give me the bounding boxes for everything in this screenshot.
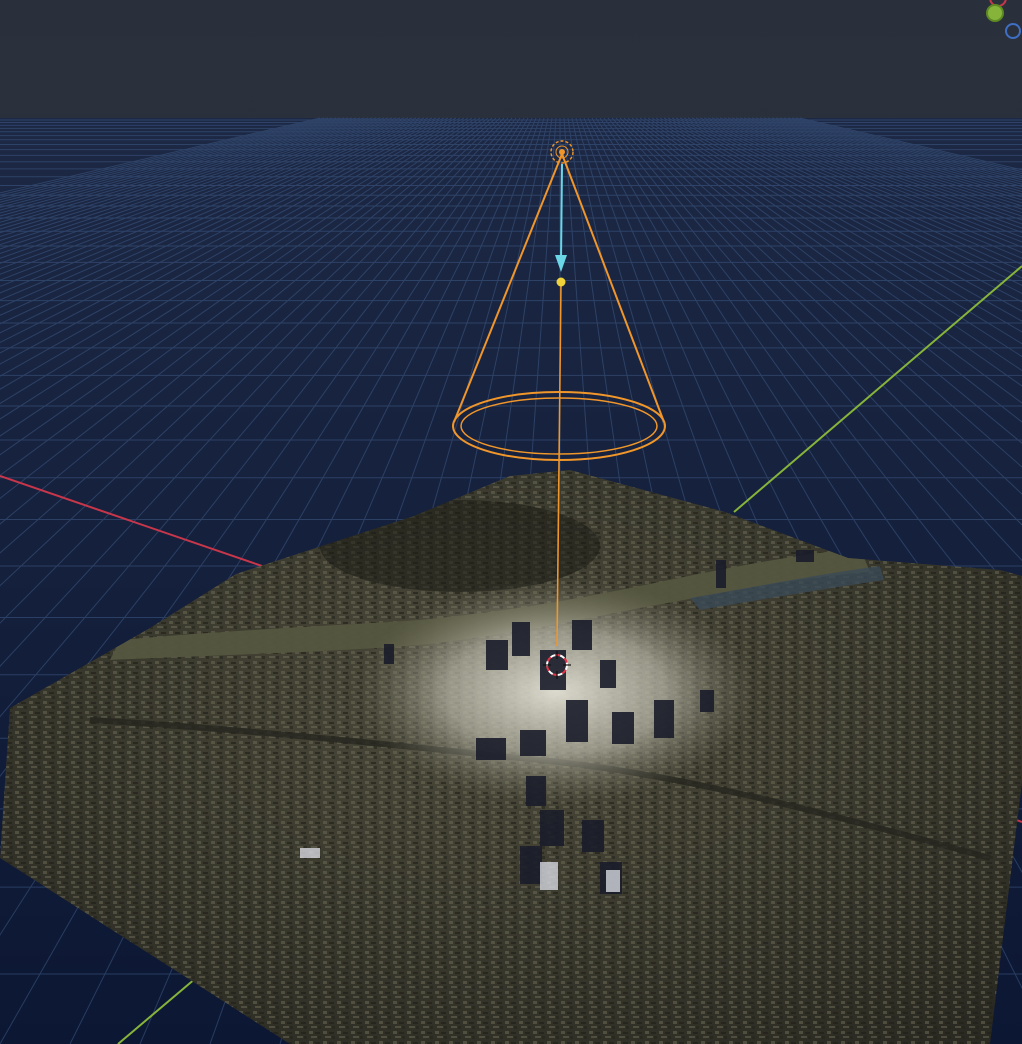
spotlight-illumination-pool [356,580,756,804]
viewport-canvas[interactable] [0,0,1022,1044]
nav-gizmo-y-axis-icon[interactable] [986,4,1004,22]
spot-light-size-handle[interactable] [556,277,566,287]
3d-viewport[interactable] [0,0,1022,1044]
spot-light-origin-dot [559,149,565,155]
